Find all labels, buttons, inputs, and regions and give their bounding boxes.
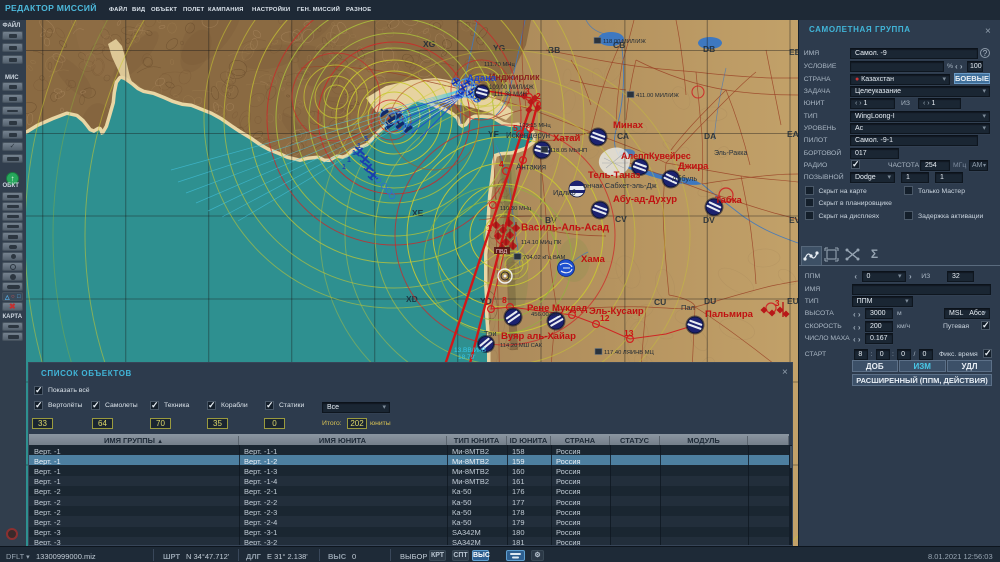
svg-text:114.20 МШ САК: 114.20 МШ САК [500, 343, 543, 349]
svg-text:Три: Три [484, 329, 497, 338]
svg-text:Тель-Таназ: Тель-Таназ [588, 170, 641, 181]
svg-text:ЕА: ЕА [787, 129, 798, 139]
svg-text:Минах: Минах [613, 120, 644, 131]
svg-text:111.38 МИН: 111.38 МИН [494, 92, 527, 98]
svg-text:13.ВВ/ИнВ: 13.ВВ/ИнВ [454, 347, 486, 354]
svg-text:Хатай: Хатай [553, 133, 581, 144]
svg-text:ПВД: ПВД [496, 249, 508, 255]
svg-text:704.02 кГц ВАМ: 704.02 кГц ВАМ [523, 255, 565, 261]
svg-text:DU: DU [704, 296, 716, 306]
svg-text:111.70 МНц: 111.70 МНц [484, 62, 515, 68]
svg-text:Аббуль: Аббуль [672, 174, 697, 183]
svg-text:EV: EV [789, 215, 798, 225]
svg-text:Вуяр аль-Хайар: Вуяр аль-Хайар [501, 331, 576, 342]
svg-text:Пальмира: Пальмира [705, 309, 754, 320]
svg-text:1: 1 [347, 157, 351, 164]
svg-text:Адана: Адана [467, 73, 497, 84]
svg-text:DA: DA [704, 131, 716, 141]
svg-text:117.40 ЛЯИНВ МЦ: 117.40 ЛЯИНВ МЦ [604, 350, 655, 356]
svg-text:Джира: Джира [678, 161, 709, 172]
svg-text:YG: YG [493, 43, 506, 53]
svg-text:EU: EU [787, 296, 798, 306]
svg-text:Идлиб: Идлиб [553, 188, 576, 197]
svg-text:DV: DV [703, 215, 715, 225]
svg-text:3: 3 [775, 299, 780, 308]
svg-text:1: 1 [352, 150, 356, 157]
svg-text:108.15 МНц: 108.15 МНц [519, 123, 551, 129]
svg-text:CV: CV [615, 214, 627, 224]
svg-text:Искендерун: Искендерун [506, 131, 550, 140]
svg-text:1: 1 [357, 143, 361, 150]
svg-text:18.79': 18.79' [458, 354, 476, 361]
svg-text:1: 1 [484, 297, 489, 307]
svg-text:8: 8 [502, 295, 507, 305]
svg-text:DB: DB [703, 44, 715, 54]
svg-text:CU: CU [654, 297, 666, 307]
svg-text:411.00 МИЛ/ИЖ: 411.00 МИЛ/ИЖ [636, 93, 679, 99]
svg-text:13: 13 [624, 328, 634, 338]
svg-text:ончак Сабхет-эль-Дж: ончак Сабхет-эль-Дж [583, 181, 657, 190]
svg-text:Василь-Аль-Асад: Василь-Аль-Асад [521, 223, 610, 234]
svg-text:ЕВ: ЕВ [789, 47, 798, 57]
svg-text:118.05 МЫНП: 118.05 МЫНП [550, 148, 587, 154]
svg-text:4: 4 [499, 159, 504, 169]
svg-text:Эль-Кусаир: Эль-Кусаир [589, 306, 644, 317]
svg-text:456.00 kHz: 456.00 kHz [531, 312, 560, 318]
svg-text:114.10 МИц ПК: 114.10 МИц ПК [521, 240, 562, 246]
svg-text:Табка: Табка [715, 195, 742, 206]
svg-text:Хама: Хама [581, 254, 606, 265]
svg-text:Пал: Пал [681, 303, 695, 312]
svg-text:110.30 МНц: 110.30 МНц [500, 206, 532, 212]
svg-text:Антакия: Антакия [516, 163, 546, 172]
svg-text:АлеппКувейрес: АлеппКувейрес [621, 151, 691, 161]
svg-text:1: 1 [487, 223, 492, 233]
svg-text:109.00 МИЛ/ИЖ: 109.00 МИЛ/ИЖ [489, 85, 534, 91]
svg-text:Эль-Ракка: Эль-Ракка [714, 150, 747, 157]
svg-text:Абу-ад-Духур: Абу-ад-Духур [613, 194, 677, 205]
svg-text:118.00 МИЛ/ИЖ: 118.00 МИЛ/ИЖ [603, 39, 646, 45]
svg-text:1: 1 [342, 164, 346, 171]
svg-text:Инджирлик: Инджирлик [489, 72, 540, 82]
svg-text:5: 5 [364, 136, 368, 143]
